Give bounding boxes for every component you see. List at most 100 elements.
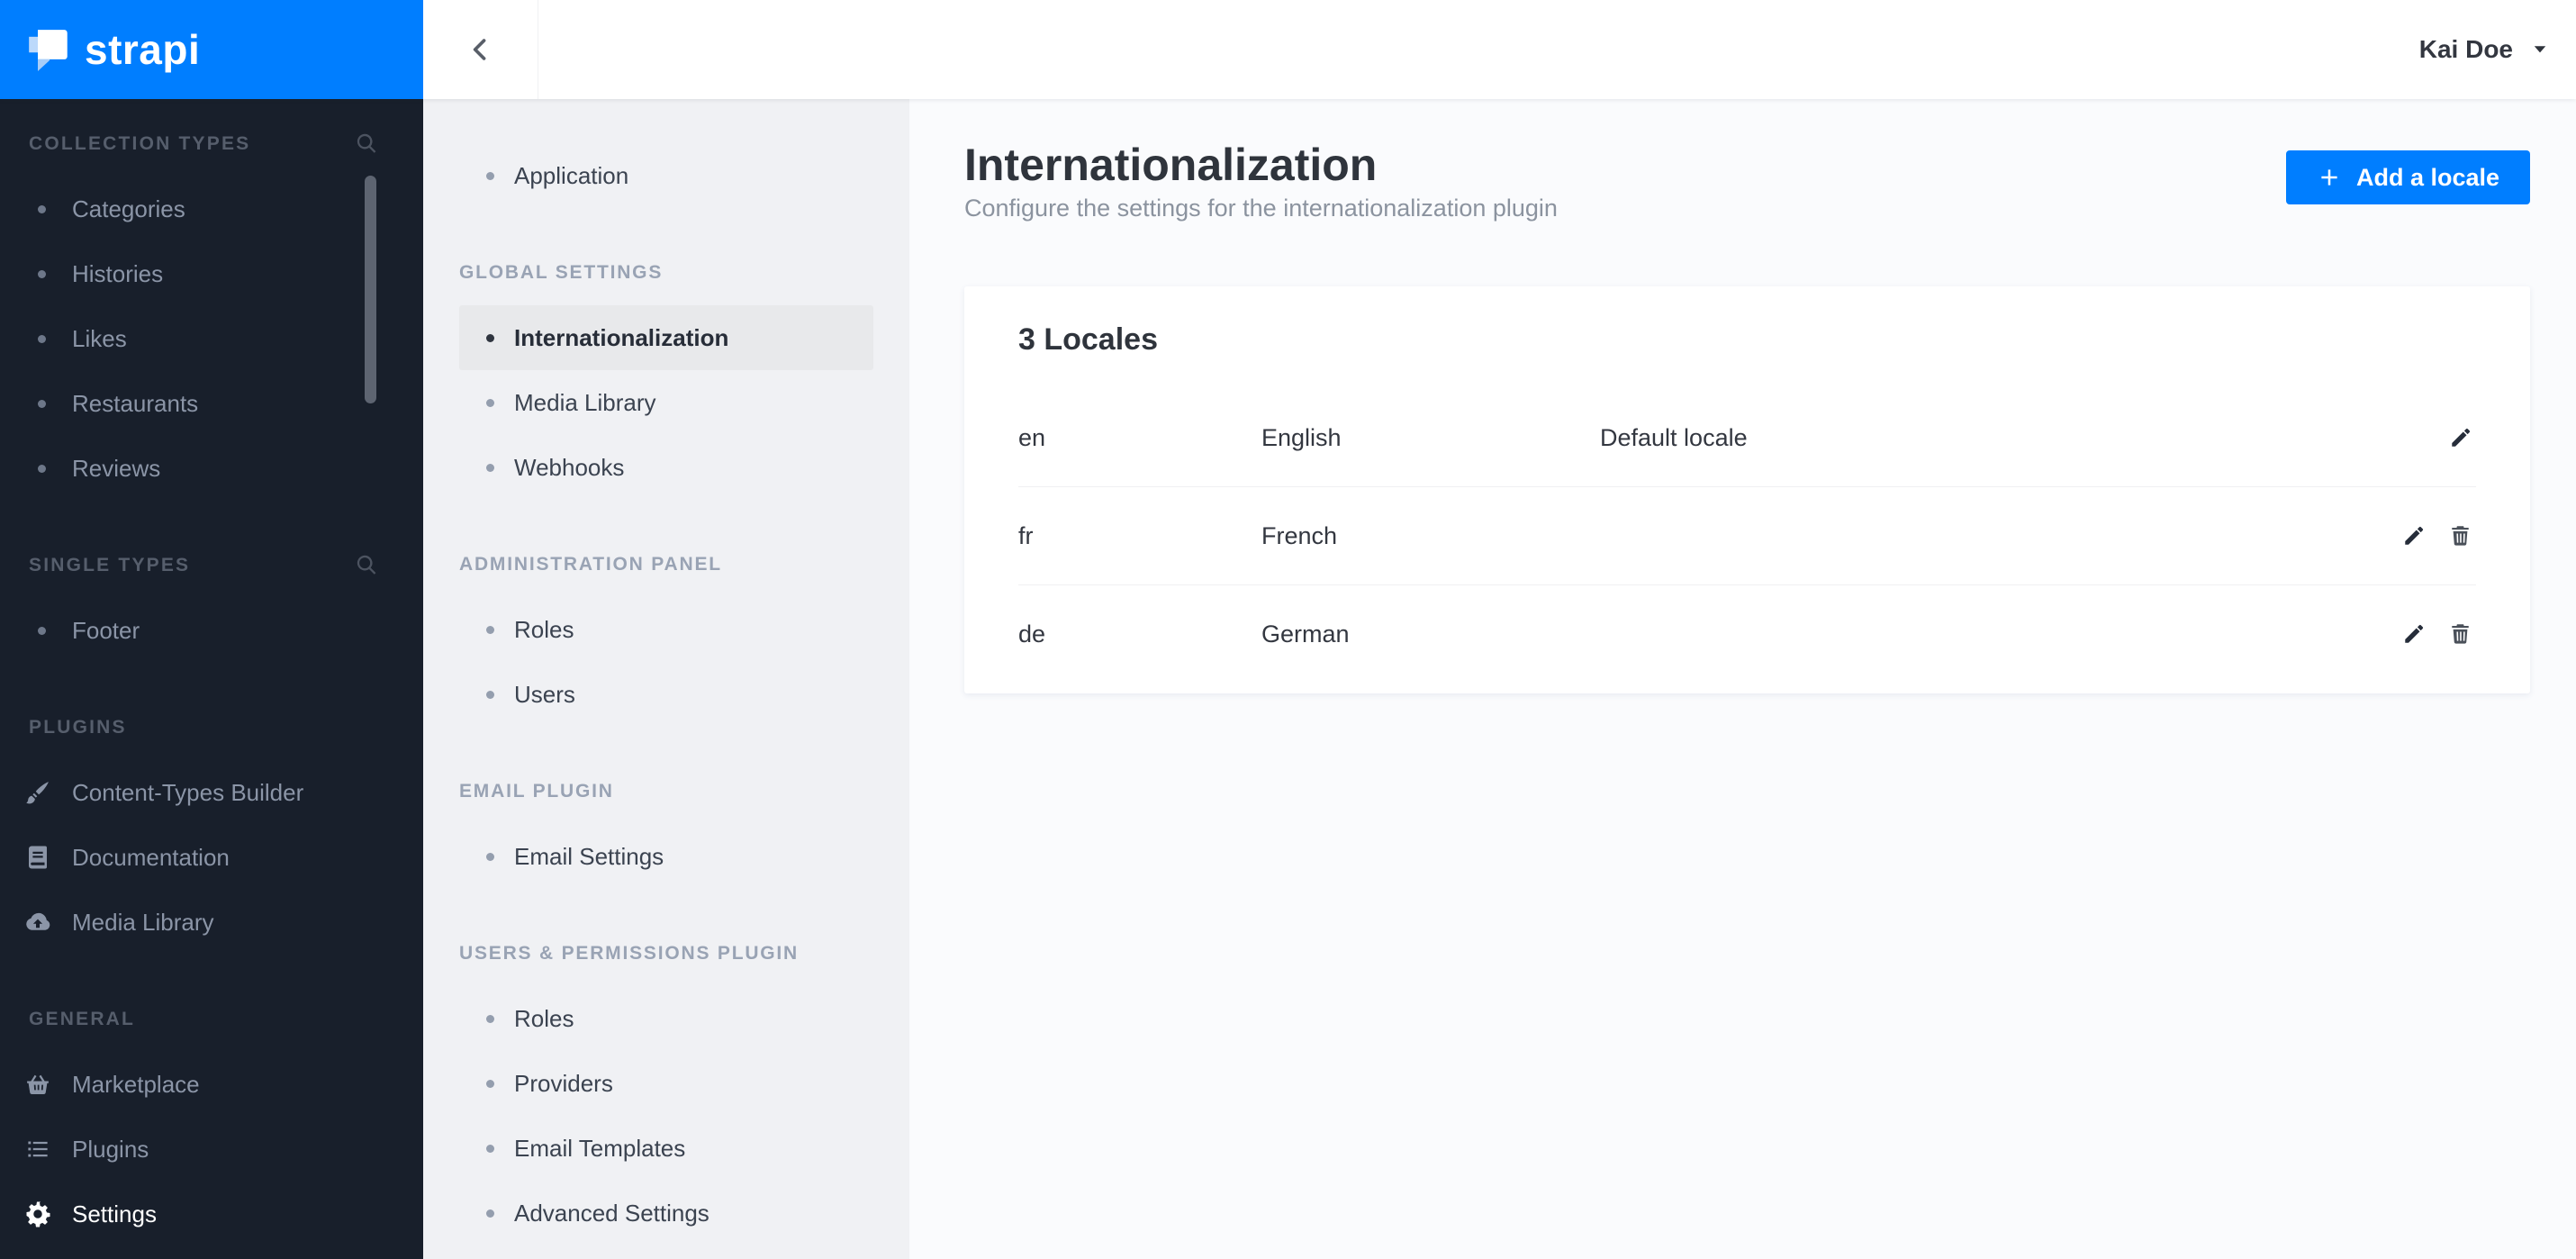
locale-default-label: Default locale: [1600, 423, 1748, 451]
logo[interactable]: strapi: [0, 0, 423, 99]
settings-item-email-settings[interactable]: Email Settings: [459, 824, 873, 889]
sidebar-item-label: Content-Types Builder: [72, 778, 304, 806]
row-actions: [2445, 422, 2476, 454]
settings-item-label: Internationalization: [514, 323, 729, 351]
sidebar-item-likes[interactable]: Likes: [0, 306, 423, 371]
sidebar-scrollbar-thumb[interactable]: [365, 176, 376, 403]
sidebar-item-settings[interactable]: Settings: [0, 1182, 423, 1246]
top-header: strapi Kai Doe: [0, 0, 2576, 99]
sidebar-item-label: Marketplace: [72, 1070, 200, 1098]
user-menu[interactable]: Kai Doe: [2419, 0, 2549, 99]
sidebar-section-header: SINGLE TYPES: [0, 533, 423, 598]
sidebar-section-label: COLLECTION TYPES: [29, 133, 251, 154]
search-icon[interactable]: [353, 552, 380, 579]
locale-code: de: [1018, 620, 1046, 648]
bullet-icon: [486, 625, 494, 634]
sidebar-item-label: Likes: [72, 324, 127, 352]
settings-section-users-permissions-plugin: USERS & PERMISSIONS PLUGIN Roles Providers…: [423, 921, 909, 1245]
sidebar-item-marketplace[interactable]: Marketplace: [0, 1052, 423, 1117]
bullet-icon: [486, 690, 494, 699]
settings-item-email-templates[interactable]: Email Templates: [459, 1116, 873, 1181]
sidebar-section-collection-types: COLLECTION TYPES Categories Histories Likes…: [0, 112, 423, 501]
sidebar-item-categories[interactable]: Categories: [0, 177, 423, 241]
strapi-logo-icon: [27, 28, 70, 71]
sidebar-item-media-library[interactable]: Media Library: [0, 890, 423, 955]
sidebar-item-label: Restaurants: [72, 389, 199, 417]
settings-section-label: GLOBAL SETTINGS: [459, 262, 664, 283]
edit-locale-button[interactable]: [2445, 422, 2476, 454]
sidebar-item-reviews[interactable]: Reviews: [0, 436, 423, 501]
settings-item-providers[interactable]: Providers: [459, 1051, 873, 1116]
settings-section-label: USERS & PERMISSIONS PLUGIN: [459, 943, 800, 964]
sidebar-item-label: Settings: [72, 1200, 157, 1227]
locales-rows: en English Default locale fr French de German: [964, 389, 2530, 683]
search-icon[interactable]: [353, 131, 380, 158]
bullet-icon: [38, 464, 46, 473]
logo-text: strapi: [85, 26, 201, 73]
settings-item-users[interactable]: Users: [459, 662, 873, 727]
sidebar-item-label: Plugins: [72, 1135, 149, 1163]
main-sidebar-sections: COLLECTION TYPES Categories Histories Likes…: [0, 99, 423, 1246]
edit-locale-button[interactable]: [2398, 619, 2429, 650]
bullet-icon: [486, 1209, 494, 1218]
delete-locale-button[interactable]: [2445, 521, 2476, 552]
bullet-icon: [486, 1014, 494, 1023]
trash-icon: [2448, 622, 2472, 647]
settings-item-label: Roles: [514, 1004, 574, 1032]
settings-item-webhooks[interactable]: Webhooks: [459, 435, 873, 500]
sidebar-section-label: SINGLE TYPES: [29, 555, 191, 575]
main-sidebar: COLLECTION TYPES Categories Histories Likes…: [0, 99, 423, 1259]
chevron-left-icon: [465, 34, 496, 65]
sidebar-items: Footer: [0, 598, 423, 663]
delete-locale-button[interactable]: [2445, 619, 2476, 650]
settings-item-label: Providers: [514, 1069, 613, 1097]
bullet-icon: [38, 334, 46, 343]
bullet-icon: [38, 269, 46, 278]
locales-heading: 3 Locales: [1018, 322, 1158, 357]
settings-item-roles[interactable]: Roles: [459, 597, 873, 662]
settings-sidebar-top: Application: [423, 99, 909, 208]
sidebar-item-documentation[interactable]: Documentation: [0, 825, 423, 890]
settings-item-label: Email Templates: [514, 1134, 686, 1162]
settings-item-roles[interactable]: Roles: [459, 986, 873, 1051]
table-row: de German: [1018, 585, 2476, 683]
locale-name: German: [1261, 620, 1350, 648]
settings-item-label: Media Library: [514, 388, 656, 416]
bullet-icon: [38, 626, 46, 635]
settings-item-application[interactable]: Application: [459, 143, 873, 208]
sidebar-item-histories[interactable]: Histories: [0, 241, 423, 306]
back-button[interactable]: [423, 0, 538, 99]
sidebar-item-restaurants[interactable]: Restaurants: [0, 371, 423, 436]
basket-icon: [24, 1071, 51, 1098]
table-row: fr French: [1018, 487, 2476, 585]
settings-item-label: Email Settings: [514, 842, 664, 870]
settings-item-media-library[interactable]: Media Library: [459, 370, 873, 435]
pencil-icon: [2401, 622, 2426, 647]
add-locale-button[interactable]: Add a locale: [2285, 150, 2530, 204]
sidebar-section-label: GENERAL: [29, 1009, 136, 1029]
trash-icon: [2448, 524, 2472, 548]
sidebar-item-plugins[interactable]: Plugins: [0, 1117, 423, 1182]
bullet-icon: [38, 399, 46, 408]
bullet-icon: [486, 852, 494, 861]
settings-item-internationalization[interactable]: Internationalization: [459, 305, 873, 370]
sidebar-item-content-types-builder[interactable]: Content-Types Builder: [0, 760, 423, 825]
sidebar-section-general: GENERAL Marketplace Plugins Settings: [0, 987, 423, 1246]
sidebar-section-header: PLUGINS: [0, 695, 423, 760]
sidebar-item-label: Documentation: [72, 843, 230, 871]
settings-section-label: ADMINISTRATION PANEL: [459, 554, 722, 575]
edit-locale-button[interactable]: [2398, 521, 2429, 552]
pencil-icon: [2448, 426, 2472, 450]
sidebar-item-label: Media Library: [72, 908, 214, 936]
bullet-icon: [486, 333, 494, 342]
sidebar-item-footer[interactable]: Footer: [0, 598, 423, 663]
sidebar-section-label: PLUGINS: [29, 717, 127, 738]
gear-icon: [24, 1200, 51, 1227]
sidebar-items: Categories Histories Likes Restaurants Revie…: [0, 177, 423, 501]
bullet-icon: [486, 463, 494, 472]
settings-item-advanced-settings[interactable]: Advanced Settings: [459, 1181, 873, 1245]
bullet-icon: [486, 398, 494, 407]
settings-sidebar: Application GLOBAL SETTINGS International…: [423, 99, 909, 1259]
locale-code: fr: [1018, 521, 1034, 549]
settings-item-label: Application: [514, 161, 629, 189]
